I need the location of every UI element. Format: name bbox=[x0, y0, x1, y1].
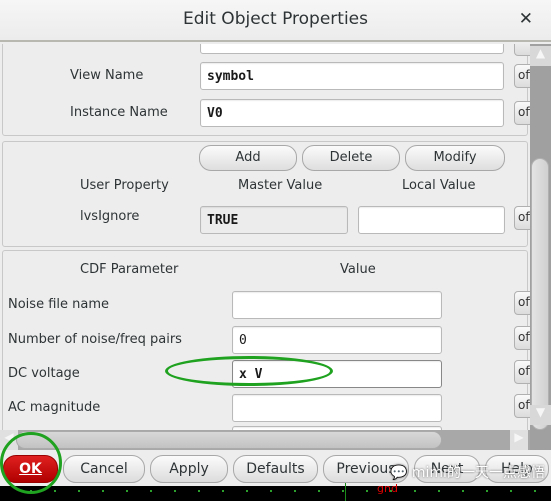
dialog-title: Edit Object Properties bbox=[182, 9, 368, 29]
add-button[interactable]: Add bbox=[199, 145, 297, 171]
watermark-text: mimi的一天一点感悟 bbox=[411, 465, 545, 481]
schematic-canvas bbox=[0, 486, 551, 501]
grid-dot bbox=[486, 490, 488, 492]
user-property-name: lvsIgnore bbox=[80, 209, 140, 224]
instance-name-label: Instance Name bbox=[70, 105, 168, 120]
grid-dot bbox=[294, 490, 296, 492]
cdf-param-label: Noise file name bbox=[8, 297, 109, 312]
grid-dot bbox=[510, 490, 512, 492]
scroll-right-arrow-icon[interactable]: ▶ bbox=[510, 430, 528, 450]
grid-dot bbox=[126, 490, 128, 492]
grid-dot bbox=[102, 490, 104, 492]
grid-dot bbox=[270, 490, 272, 492]
grid-dot bbox=[438, 490, 440, 492]
cdf-parameter-column-header: CDF Parameter bbox=[80, 262, 179, 277]
cancel-button[interactable]: Cancel bbox=[63, 455, 145, 483]
apply-button[interactable]: Apply bbox=[150, 455, 228, 483]
view-name-field[interactable]: symbol bbox=[200, 62, 504, 90]
apply-button-label: Apply bbox=[169, 461, 209, 477]
grid-dot bbox=[54, 490, 56, 492]
ok-button-label: OK bbox=[19, 461, 42, 477]
modify-button[interactable]: Modify bbox=[405, 145, 505, 171]
local-value-column-header: Local Value bbox=[402, 178, 476, 193]
grid-dot bbox=[462, 490, 464, 492]
grid-dot bbox=[174, 490, 176, 492]
defaults-button-label: Defaults bbox=[246, 461, 305, 477]
ok-button[interactable]: OK bbox=[3, 455, 58, 483]
ac-magnitude-off-button[interactable]: off bbox=[514, 394, 530, 418]
scroll-up-arrow-icon[interactable]: ▲ bbox=[530, 46, 551, 66]
local-value-field[interactable] bbox=[358, 206, 505, 234]
horizontal-scrollbar-thumb[interactable] bbox=[16, 431, 442, 449]
cdf-param-label: Number of noise/freq pairs bbox=[8, 332, 182, 347]
cdf-param-label: AC magnitude bbox=[8, 400, 101, 415]
view-name-off-button[interactable]: off bbox=[514, 64, 530, 88]
close-icon[interactable]: ✕ bbox=[519, 9, 533, 29]
grid-dot bbox=[150, 490, 152, 492]
title-bar: Edit Object Properties ✕ bbox=[0, 0, 551, 42]
dc-voltage-field[interactable]: x V bbox=[232, 360, 442, 388]
cdf-param-label: DC voltage bbox=[8, 366, 80, 381]
noise-pairs-off-button[interactable]: off bbox=[514, 326, 530, 350]
user-property-column-header: User Property bbox=[80, 178, 169, 193]
grid-dot bbox=[318, 490, 320, 492]
cell-name-field[interactable] bbox=[200, 44, 504, 54]
instance-name-off-button[interactable]: off bbox=[514, 101, 530, 125]
cdf-value-column-header: Value bbox=[340, 262, 376, 277]
delete-button[interactable]: Delete bbox=[302, 145, 400, 171]
scroll-down-arrow-icon[interactable]: ▼ bbox=[530, 405, 551, 425]
dc-voltage-off-button[interactable]: off bbox=[514, 360, 530, 384]
cancel-button-label: Cancel bbox=[80, 461, 128, 477]
master-value-field: TRUE bbox=[200, 206, 348, 234]
grid-dot bbox=[366, 490, 368, 492]
master-value-column-header: Master Value bbox=[238, 178, 323, 193]
user-property-off-button[interactable]: off bbox=[514, 206, 530, 230]
gnd-label: gnd bbox=[377, 482, 398, 495]
grid-dot bbox=[414, 490, 416, 492]
ac-magnitude-field[interactable] bbox=[232, 394, 442, 422]
grid-dot bbox=[246, 490, 248, 492]
watermark: 💬 mimi的一天一点感悟 bbox=[390, 462, 545, 482]
instance-name-field[interactable]: V0 bbox=[200, 99, 504, 127]
grid-dot bbox=[534, 490, 536, 492]
noise-file-name-field[interactable] bbox=[232, 291, 442, 319]
schematic-wire bbox=[345, 483, 346, 501]
properties-scroll-area: View Name symbol off Instance Name V0 of… bbox=[0, 44, 530, 430]
previous-button-label: Previous bbox=[336, 461, 396, 477]
grid-dot bbox=[78, 490, 80, 492]
cell-name-off-button[interactable] bbox=[514, 44, 530, 56]
grid-dot bbox=[390, 490, 392, 492]
defaults-button[interactable]: Defaults bbox=[233, 455, 318, 483]
noise-file-off-button[interactable]: off bbox=[514, 291, 530, 315]
grid-dot bbox=[30, 490, 32, 492]
view-name-label: View Name bbox=[70, 68, 144, 83]
wechat-icon: 💬 bbox=[390, 465, 412, 481]
edit-object-properties-dialog: Edit Object Properties ✕ View Name symbo… bbox=[0, 0, 551, 486]
grid-dot bbox=[222, 490, 224, 492]
vertical-scrollbar-thumb[interactable] bbox=[531, 158, 549, 430]
grid-dot bbox=[342, 490, 344, 492]
noise-pairs-field[interactable]: 0 bbox=[232, 326, 442, 354]
grid-dot bbox=[198, 490, 200, 492]
